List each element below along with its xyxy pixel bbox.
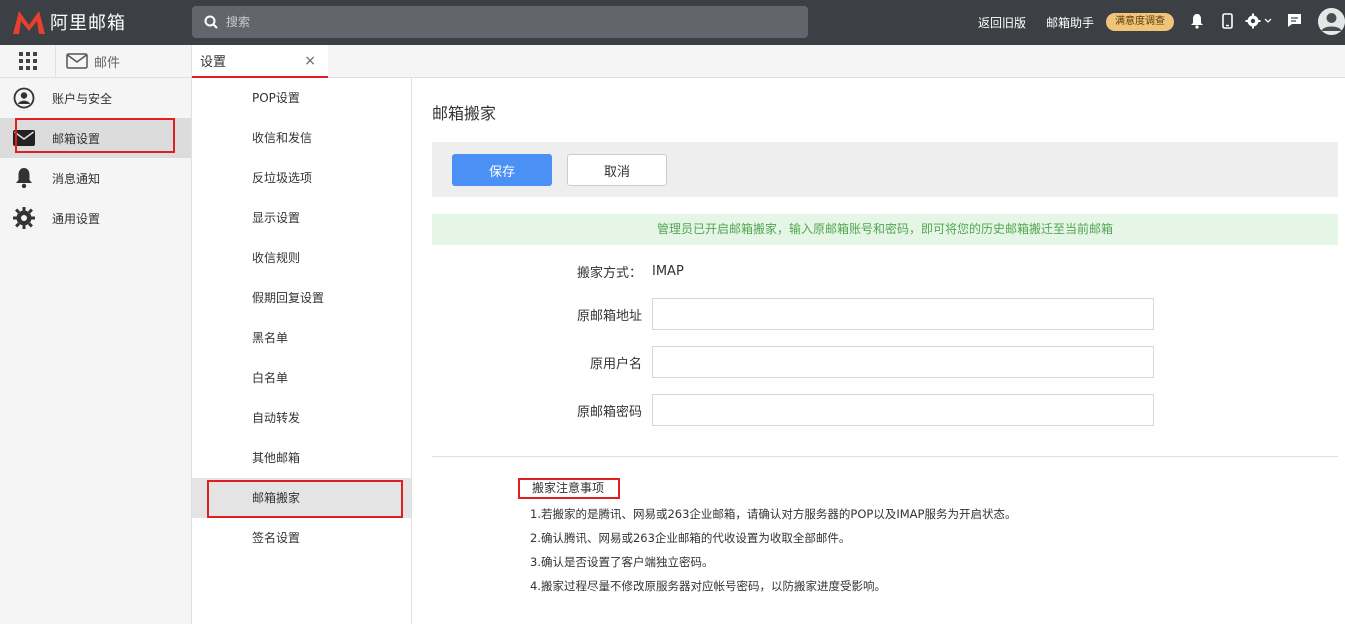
migration-method-value: IMAP [652, 264, 684, 279]
mail-assistant-link[interactable]: 邮箱助手 [1046, 14, 1094, 31]
action-toolbar: 保存 取消 [432, 142, 1338, 197]
gear-icon [12, 206, 36, 230]
search-input[interactable] [226, 15, 786, 29]
migration-method-label: 搬家方式： [576, 266, 642, 281]
nav-item-notifications[interactable]: 消息通知 [0, 158, 191, 198]
submenu-item-auto-forward[interactable]: 自动转发 [192, 398, 411, 438]
user-circle-icon [12, 86, 36, 110]
submenu-item-vacation-reply[interactable]: 假期回复设置 [192, 278, 411, 318]
envelope-outline-icon [66, 53, 88, 69]
chat-icon[interactable] [1287, 13, 1302, 32]
original-username-label: 原用户名 [589, 356, 642, 372]
top-bar: 阿里邮箱 返回旧版 邮箱助手 满意度调查 [0, 0, 1345, 45]
nav-item-label: 消息通知 [52, 171, 101, 186]
bell-icon [12, 166, 36, 190]
cancel-button[interactable]: 取消 [567, 154, 667, 186]
nav-item-mailbox-settings[interactable]: 邮箱设置 [0, 118, 191, 158]
satisfaction-survey-button[interactable]: 满意度调查 [1106, 13, 1174, 31]
logo[interactable]: 阿里邮箱 [12, 9, 126, 35]
divider [432, 456, 1338, 457]
submenu-item-mailbox-migration[interactable]: 邮箱搬家 [192, 478, 411, 518]
logo-text: 阿里邮箱 [50, 13, 126, 34]
main-panel: 邮箱搬家 保存 取消 管理员已开启邮箱搬家，输入原邮箱账号和密码，即可将您的历史… [412, 78, 1345, 624]
original-username-field[interactable] [652, 346, 1154, 378]
submenu-item-send-receive[interactable]: 收信和发信 [192, 118, 411, 158]
submenu-item-display[interactable]: 显示设置 [192, 198, 411, 238]
submenu-item-rules[interactable]: 收信规则 [192, 238, 411, 278]
migration-method-row: 搬家方式： IMAP [552, 262, 684, 281]
app-grid-button[interactable] [0, 44, 56, 78]
submenu-item-blacklist[interactable]: 黑名单 [192, 318, 411, 358]
mobile-icon[interactable] [1222, 13, 1233, 33]
gear-dropdown-icon[interactable] [1245, 13, 1273, 33]
left-nav: 邮件 账户与安全 邮箱设置 消息通知 通用设置 [0, 44, 192, 624]
page-title: 邮箱搬家 [432, 104, 497, 123]
migration-note: 1.若搬家的是腾讯、网易或263企业邮箱，请确认对方服务器的POP以及IMAP服… [530, 507, 1017, 521]
save-button[interactable]: 保存 [452, 154, 552, 186]
tab-bar: 设置 × [192, 45, 1345, 78]
original-password-label: 原邮箱密码 [576, 404, 642, 420]
submenu-item-whitelist[interactable]: 白名单 [192, 358, 411, 398]
nav-item-label: 账户与安全 [52, 91, 113, 106]
mail-app-label: 邮件 [94, 55, 121, 71]
tab-label: 设置 [200, 55, 227, 70]
grid-icon [18, 52, 37, 70]
mail-app-tab[interactable]: 邮件 [56, 52, 120, 71]
avatar[interactable] [1318, 8, 1345, 35]
envelope-icon [12, 126, 36, 150]
admin-notice: 管理员已开启邮箱搬家，输入原邮箱账号和密码，即可将您的历史邮箱搬迁至当前邮箱 [432, 214, 1338, 245]
settings-submenu: POP设置 收信和发信 反垃圾选项 显示设置 收信规则 假期回复设置 黑名单 白… [192, 78, 412, 624]
submenu-item-antispam[interactable]: 反垃圾选项 [192, 158, 411, 198]
back-to-old-version-link[interactable]: 返回旧版 [978, 14, 1026, 31]
migration-note: 2.确认腾讯、网易或263企业邮箱的代收设置为收取全部邮件。 [530, 531, 851, 545]
original-password-row: 原邮箱密码 [552, 394, 1154, 426]
nav-item-account-security[interactable]: 账户与安全 [0, 78, 191, 118]
migration-note: 4.搬家过程尽量不修改原服务器对应帐号密码，以防搬家进度受影响。 [530, 579, 886, 593]
original-address-row: 原邮箱地址 [552, 298, 1154, 330]
tab-settings[interactable]: 设置 × [192, 45, 328, 78]
nav-item-label: 邮箱设置 [52, 131, 101, 146]
submenu-item-signature[interactable]: 签名设置 [192, 518, 411, 558]
aliyun-mail-logo-icon [13, 11, 45, 34]
original-address-field[interactable] [652, 298, 1154, 330]
search-icon [204, 15, 218, 29]
migration-notes-title: 搬家注意事项 [518, 478, 620, 499]
app-bar: 邮件 [0, 44, 191, 78]
original-username-row: 原用户名 [552, 346, 1154, 378]
migration-note: 3.确认是否设置了客户端独立密码。 [530, 555, 714, 569]
search-bar[interactable] [192, 6, 808, 38]
submenu-item-other-mailbox[interactable]: 其他邮箱 [192, 438, 411, 478]
original-address-label: 原邮箱地址 [576, 308, 642, 324]
nav-item-general-settings[interactable]: 通用设置 [0, 198, 191, 238]
bell-icon[interactable] [1190, 13, 1204, 33]
submenu-item-pop[interactable]: POP设置 [192, 78, 411, 118]
original-password-field[interactable] [652, 394, 1154, 426]
nav-item-label: 通用设置 [52, 211, 101, 226]
close-icon[interactable]: × [304, 53, 316, 69]
